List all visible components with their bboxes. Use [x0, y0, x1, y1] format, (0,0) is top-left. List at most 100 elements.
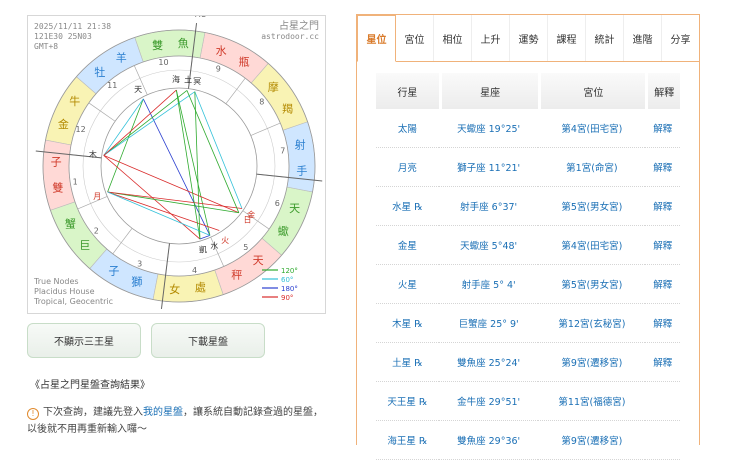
table-row: 太陽天蠍座 19°25'第4宮(田宅宮)解釋 — [376, 109, 680, 148]
tab-course[interactable]: 課程 — [548, 15, 586, 61]
results-panel: 星位 宮位 相位 上升 運勢 課程 統計 進階 分享 行星 星座 宮位 解釋 太… — [356, 14, 700, 445]
sign-cell-9[interactable]: 雙魚座 29°36' — [439, 421, 539, 460]
download-chart-button[interactable]: 下載星盤 — [151, 323, 265, 358]
legend-label-2: 60° — [281, 276, 293, 284]
planet-table: 行星 星座 宮位 解釋 太陽天蠍座 19°25'第4宮(田宅宮)解釋月亮獅子座 … — [376, 73, 680, 460]
sign-label-7-1: 摩 — [268, 80, 279, 94]
explain-link-4[interactable]: 解釋 — [645, 226, 680, 265]
header-explain: 解釋 — [645, 73, 680, 109]
legend-label-4: 90° — [281, 294, 293, 302]
house-cell-7[interactable]: 第9宮(遷移宮) — [538, 343, 645, 382]
house-cell-4[interactable]: 第4宮(田宅宮) — [538, 226, 645, 265]
planet-cell-4: 金星 — [376, 226, 439, 265]
explain-link-9[interactable] — [645, 421, 680, 460]
planet-glyph-4: 冥 — [193, 77, 201, 86]
planet-cell-6: 木星 ℞ — [376, 304, 439, 343]
tab-ascendant[interactable]: 上升 — [472, 15, 510, 61]
house-number-6: 6 — [275, 199, 280, 208]
house-cell-6[interactable]: 第12宮(玄秘宮) — [538, 304, 645, 343]
planet-cell-5: 火星 — [376, 265, 439, 304]
tab-advanced[interactable]: 進階 — [624, 15, 662, 61]
house-number-7: 7 — [280, 146, 285, 155]
table-row: 水星 ℞射手座 6°37'第5宮(男女宮)解釋 — [376, 187, 680, 226]
explain-link-6[interactable]: 解釋 — [645, 304, 680, 343]
explain-link-3[interactable]: 解釋 — [645, 187, 680, 226]
planet-cell-3: 水星 ℞ — [376, 187, 439, 226]
sign-label-10-1: 牡 — [94, 65, 105, 79]
planet-glyph-9: 金 — [247, 210, 255, 220]
house-number-8: 8 — [259, 97, 264, 106]
info-icon: ! — [27, 408, 39, 420]
sign-cell-3[interactable]: 射手座 6°37' — [439, 187, 539, 226]
house-cell-3[interactable]: 第5宮(男女宮) — [538, 187, 645, 226]
header-sign: 星座 — [439, 73, 539, 109]
house-number-9: 9 — [216, 65, 221, 74]
planet-glyph-6: 火 — [221, 236, 229, 245]
login-notice: !下次查詢，建議先登入我的星盤，讓系統自動記錄查過的星盤，以後就不用再重新輸入囉… — [27, 404, 327, 438]
legend-label-3: 180° — [281, 285, 298, 293]
sign-cell-1[interactable]: 天蠍座 19°25' — [439, 109, 539, 148]
table-header-row: 行星 星座 宮位 解釋 — [376, 73, 680, 109]
house-cell-9[interactable]: 第9宮(遷移宮) — [538, 421, 645, 460]
tab-statistics[interactable]: 統計 — [586, 15, 624, 61]
house-number-10: 10 — [158, 58, 168, 67]
sign-cell-5[interactable]: 射手座 5° 4' — [439, 265, 539, 304]
planet-cell-7: 土星 ℞ — [376, 343, 439, 382]
sign-cell-2[interactable]: 獅子座 11°21' — [439, 148, 539, 187]
table-row: 土星 ℞雙魚座 25°24'第9宮(遷移宮)解釋 — [376, 343, 680, 382]
house-cell-8[interactable]: 第11宮(福德宮) — [538, 382, 645, 421]
hide-outer-planets-button[interactable]: 不顯示三王星 — [27, 323, 141, 358]
house-number-5: 5 — [243, 243, 248, 252]
table-row: 月亮獅子座 11°21'第1宮(命宮)解釋 — [376, 148, 680, 187]
sign-label-10-2: 羊 — [116, 50, 127, 64]
chart-wheel: 巨蟹獅子處女天秤天蠍射手摩羯水瓶雙魚牡羊金牛雙子123456789101112A… — [28, 16, 325, 313]
house-number-3: 3 — [137, 259, 142, 268]
sign-cell-7[interactable]: 雙魚座 25°24' — [439, 343, 539, 382]
sign-label-12-2: 子 — [51, 156, 62, 169]
table-row: 木星 ℞巨蟹座 25° 9'第12宮(玄秘宮)解釋 — [376, 304, 680, 343]
header-planet: 行星 — [376, 73, 439, 109]
table-row: 金星天蠍座 5°48'第4宮(田宅宮)解釋 — [376, 226, 680, 265]
tab-fortune[interactable]: 運勢 — [510, 15, 548, 61]
sign-label-11-1: 金 — [58, 117, 69, 131]
my-chart-link[interactable]: 我的星盤 — [143, 407, 183, 418]
explain-link-8[interactable] — [645, 382, 680, 421]
planet-glyph-7: 水 — [210, 240, 218, 250]
sign-cell-8[interactable]: 金牛座 29°51' — [439, 382, 539, 421]
table-row: 天王星 ℞金牛座 29°51'第11宮(福德宮) — [376, 382, 680, 421]
sign-label-2-1: 獅 — [131, 275, 142, 289]
explain-link-7[interactable]: 解釋 — [645, 343, 680, 382]
explain-link-2[interactable]: 解釋 — [645, 148, 680, 187]
sign-cell-6[interactable]: 巨蟹座 25° 9' — [439, 304, 539, 343]
planet-cell-9: 海王星 ℞ — [376, 421, 439, 460]
sign-label-1-2: 蟹 — [65, 217, 76, 231]
house-cell-5[interactable]: 第5宮(男女宮) — [538, 265, 645, 304]
axis-label-mc: MC — [195, 16, 206, 19]
result-tabs: 星位 宮位 相位 上升 運勢 課程 統計 進階 分享 — [357, 15, 699, 62]
sign-label-5-1: 天 — [289, 202, 300, 215]
sign-label-8-2: 瓶 — [239, 55, 250, 69]
tab-aspect[interactable]: 相位 — [434, 15, 472, 61]
sign-label-9-1: 雙 — [152, 39, 163, 52]
sign-label-4-2: 秤 — [231, 269, 242, 282]
sign-label-8-1: 水 — [216, 44, 227, 57]
natal-chart: 2025/11/11 21:38 121E30 25N03 GMT+8 占星之門… — [27, 15, 326, 314]
planet-glyph-5: 木 — [89, 149, 97, 159]
sign-label-5-2: 蠍 — [278, 225, 289, 238]
sign-label-7-2: 羯 — [282, 101, 293, 115]
house-cell-2[interactable]: 第1宮(命宮) — [538, 148, 645, 187]
planet-glyph-3: 土 — [184, 74, 192, 84]
sign-label-4-1: 天 — [253, 254, 264, 267]
result-title: 《占星之門星盤查詢結果》 — [30, 376, 150, 391]
house-number-2: 2 — [94, 227, 99, 236]
planet-cell-2: 月亮 — [376, 148, 439, 187]
house-cell-1[interactable]: 第4宮(田宅宮) — [538, 109, 645, 148]
tab-planet-position[interactable]: 星位 — [357, 15, 396, 62]
sign-label-3-2: 女 — [169, 282, 180, 296]
sign-cell-4[interactable]: 天蠍座 5°48' — [439, 226, 539, 265]
explain-link-1[interactable]: 解釋 — [645, 109, 680, 148]
tab-share[interactable]: 分享 — [662, 15, 699, 61]
explain-link-5[interactable]: 解釋 — [645, 265, 680, 304]
planet-cell-8: 天王星 ℞ — [376, 382, 439, 421]
tab-house[interactable]: 宮位 — [396, 15, 434, 61]
